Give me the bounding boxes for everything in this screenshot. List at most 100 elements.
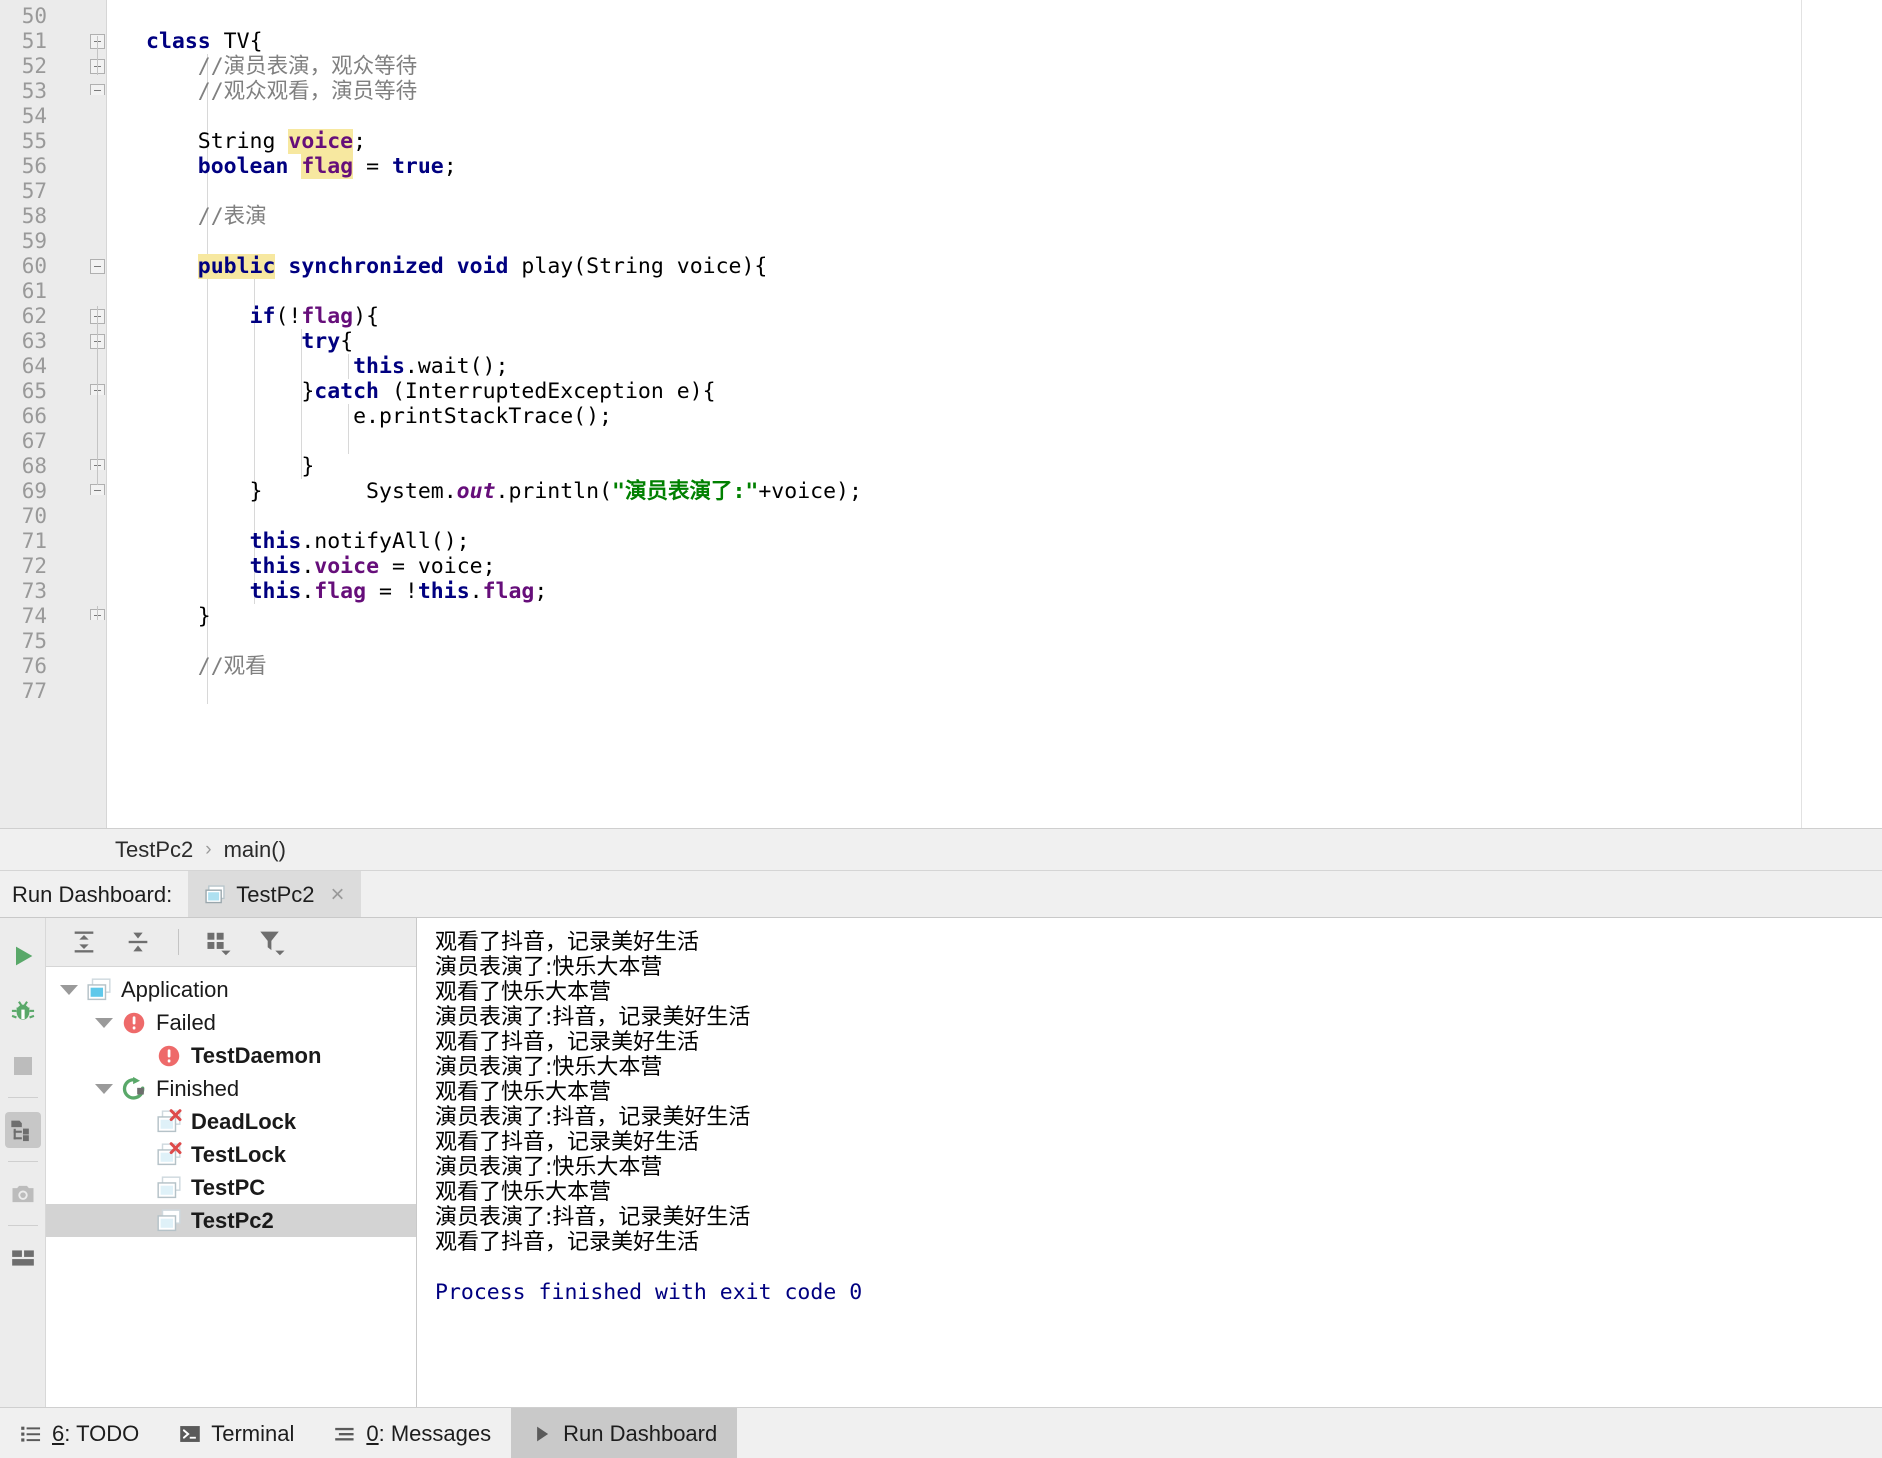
expand-all-button[interactable]: [60, 922, 108, 962]
console-line: 演员表演了:快乐大本营: [435, 1155, 663, 1180]
toolbar-divider: [178, 929, 179, 955]
layout-button[interactable]: [0, 1230, 45, 1285]
indent-guide: [207, 104, 208, 129]
code-token: }: [146, 379, 315, 404]
code-line[interactable]: if(!flag){: [146, 304, 379, 329]
code-line[interactable]: boolean flag = true;: [146, 154, 457, 179]
code-line[interactable]: this.wait();: [146, 354, 508, 379]
fold-end-icon[interactable]: [90, 84, 105, 95]
chevron-down-icon[interactable]: [95, 1083, 113, 1094]
status-bar-text: : Messages: [378, 1420, 492, 1446]
rerun-button[interactable]: [0, 928, 45, 983]
code-line[interactable]: class TV{: [146, 29, 263, 54]
tree-node-application[interactable]: Application: [46, 973, 416, 1006]
editor-right-divider: [1801, 0, 1802, 828]
line-number: 53: [21, 79, 47, 103]
code-token: = !: [366, 579, 418, 604]
code-line[interactable]: }: [146, 604, 211, 629]
code-token: "演员表演了:": [612, 479, 759, 504]
indent-guide: [207, 429, 208, 454]
line-number: 51: [21, 29, 47, 53]
tree-node-label: Application: [121, 976, 229, 1002]
indent-guide: [207, 229, 208, 254]
collapse-all-button[interactable]: [114, 922, 162, 962]
run-configurations-tree[interactable]: Application Failed TestDaemon Finished DeadL…: [46, 967, 416, 1408]
code-line[interactable]: }: [146, 454, 314, 479]
tree-node-testdaemon[interactable]: TestDaemon: [46, 1039, 416, 1072]
tree-node-finished[interactable]: Finished: [46, 1072, 416, 1105]
code-token: ;: [353, 129, 367, 154]
code-token: this: [249, 554, 302, 579]
code-line[interactable]: //观众观看，演员等待: [146, 79, 417, 104]
code-token: //观看: [146, 654, 267, 679]
show-structure-button[interactable]: [0, 1102, 45, 1157]
breadcrumb-separator-icon: ›: [205, 839, 212, 860]
status-bar-text: Terminal: [211, 1420, 295, 1446]
code-line[interactable]: //演员表演，观众等待: [146, 54, 417, 79]
code-line[interactable]: this.notifyAll();: [146, 529, 470, 554]
indent-guide: [254, 429, 255, 454]
line-number: 71: [21, 529, 47, 553]
run-tree-toolbar: [46, 918, 416, 967]
tree-node-failed[interactable]: Failed: [46, 1006, 416, 1039]
code-line[interactable]: public synchronized void play(String voi…: [146, 254, 767, 279]
config-icon: [156, 1175, 182, 1201]
fold-end-icon[interactable]: [90, 484, 105, 495]
code-token: voice: [314, 554, 380, 579]
tree-node-testlock[interactable]: TestLock: [46, 1138, 416, 1171]
line-number: 65: [21, 379, 47, 403]
chevron-down-icon[interactable]: [60, 984, 78, 995]
error-icon: [121, 1010, 147, 1036]
line-number: 56: [21, 154, 47, 178]
terminal-tool-button[interactable]: Terminal: [159, 1408, 314, 1458]
code-token: }: [146, 604, 211, 629]
code-token: flag: [482, 579, 535, 604]
fold-collapse-icon[interactable]: [90, 259, 105, 274]
tree-node-testpc2[interactable]: TestPc2: [46, 1204, 416, 1237]
run-tool-rail: [0, 918, 46, 1408]
code-line[interactable]: this.voice = voice;: [146, 554, 496, 579]
tree-node-testpc[interactable]: TestPC: [46, 1171, 416, 1204]
code-line[interactable]: } System.out.println("演员表演了:"+voice);: [146, 479, 862, 504]
code-line[interactable]: try{: [146, 329, 353, 354]
debug-button[interactable]: [0, 983, 45, 1038]
code-text-area[interactable]: class TV{ //演员表演，观众等待 //观众观看，演员等待 String…: [107, 0, 1882, 828]
code-editor[interactable]: 50 51 52 53 54 55 56 57 58 59 60 61 62 63 64 65 66 67 68 69…: [0, 0, 1882, 828]
code-line[interactable]: }catch (InterruptedException e){: [146, 379, 716, 404]
code-token: ;: [534, 579, 548, 604]
code-token: ;: [443, 154, 457, 179]
breadcrumb-item-method[interactable]: main(): [224, 837, 286, 863]
code-line[interactable]: String voice;: [146, 129, 366, 154]
code-line[interactable]: //表演: [146, 204, 267, 229]
line-number: 50: [21, 4, 47, 28]
indent-guide: [348, 429, 349, 454]
console-exit-line: Process finished with exit code 0: [435, 1280, 863, 1305]
run-dashboard-tool-button[interactable]: Run Dashboard: [511, 1408, 738, 1458]
chevron-down-icon[interactable]: [95, 1017, 113, 1028]
code-token: //观众观看，演员等待: [146, 79, 418, 104]
close-icon[interactable]: ×: [330, 882, 344, 907]
screenshot-button[interactable]: [0, 1166, 45, 1221]
code-line[interactable]: //观看: [146, 654, 267, 679]
console-line: 演员表演了:快乐大本营: [435, 1055, 663, 1080]
stop-button[interactable]: [0, 1038, 45, 1093]
run-tab-testpc2[interactable]: TestPc2 ×: [188, 871, 361, 918]
code-token: (InterruptedException e){: [379, 379, 716, 404]
group-by-button[interactable]: [195, 922, 243, 962]
todo-tool-button[interactable]: 6: TODO: [0, 1408, 159, 1458]
messages-tool-button[interactable]: 0: Messages: [314, 1408, 511, 1458]
status-bar: 6: TODO Terminal 0: Messages Run Dashboard: [0, 1407, 1882, 1458]
indent-guide: [207, 179, 208, 204]
code-line[interactable]: this.flag = !this.flag;: [146, 579, 548, 604]
filter-button[interactable]: [249, 922, 297, 962]
tree-node-deadlock[interactable]: DeadLock: [46, 1105, 416, 1138]
breadcrumb-item-class[interactable]: TestPc2: [115, 837, 193, 863]
code-token: boolean: [197, 154, 289, 179]
code-token: +voice);: [758, 479, 862, 504]
code-folding-gutter[interactable]: [57, 0, 107, 828]
line-number-gutter[interactable]: 50 51 52 53 54 55 56 57 58 59 60 61 62 63 64 65 66 67 68 69…: [0, 0, 57, 828]
code-line[interactable]: e.printStackTrace();: [146, 404, 612, 429]
console-output[interactable]: 观看了抖音，记录美好生活 演员表演了:快乐大本营 观看了快乐大本营 演员表演了:抖音，…: [417, 918, 1882, 1408]
